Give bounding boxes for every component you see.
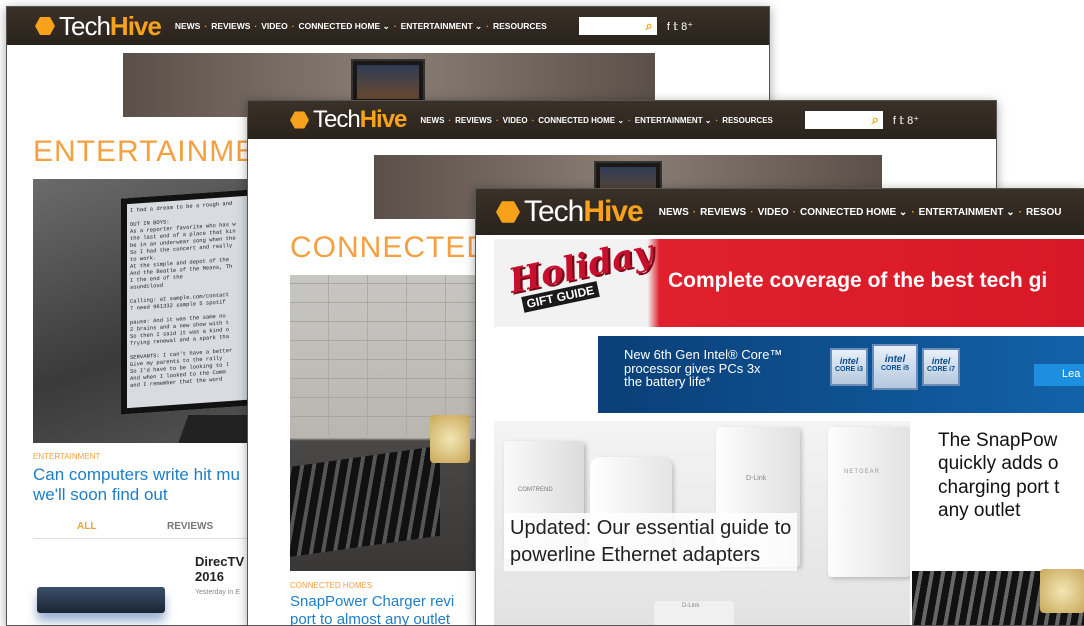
tab-all[interactable]: ALL: [77, 521, 96, 532]
holiday-gift-guide-banner[interactable]: Holiday GIFT GUIDE Complete coverage of …: [494, 239, 1084, 327]
nav-entertainment[interactable]: ENTERTAINMENT ⌄: [919, 207, 1015, 218]
site-header: Tech Hive NEWS · REVIEWS · VIDEO · CONNECTED…: [7, 7, 769, 45]
side-article-headline[interactable]: The SnapPow quickly adds o charging port…: [938, 429, 1059, 522]
side-article[interactable]: The SnapPow quickly adds o charging port…: [912, 421, 1084, 625]
nav-entertainment[interactable]: ENTERTAINMENT ⌄: [635, 116, 712, 125]
wall-tiles: [290, 275, 480, 435]
intel-core-i7-badge: intel CORE i7: [922, 348, 960, 386]
hive-logo-icon: [290, 111, 309, 129]
search-input[interactable]: ⌕: [578, 17, 657, 35]
nav-news[interactable]: NEWS: [175, 21, 201, 31]
search-icon[interactable]: ⌕: [872, 112, 879, 128]
adapter-netgear: NETGEAR: [828, 427, 910, 577]
nav-video[interactable]: VIDEO: [261, 21, 287, 31]
nav-entertainment[interactable]: ENTERTAINMENT ⌄: [401, 21, 483, 32]
promo-text: Complete coverage of the best tech gi: [668, 269, 1048, 292]
list-item-thumbnail[interactable]: [37, 587, 165, 613]
tab-bar: ALL REVIEWS: [33, 513, 263, 539]
intel-core-i5-badge: intel CORE i5: [872, 344, 918, 390]
nav-reviews[interactable]: REVIEWS: [700, 207, 746, 218]
nav-connected-home[interactable]: CONNECTED HOME ⌄: [800, 207, 907, 218]
hive-logo-icon: [496, 201, 520, 223]
social-icons[interactable]: f 𝕥 8⁺: [667, 20, 693, 33]
nav-news[interactable]: NEWS: [659, 207, 689, 218]
main-nav: NEWS · REVIEWS · VIDEO · CONNECTED HOME ⌄ · …: [174, 20, 547, 32]
techhive-logo[interactable]: Tech Hive: [35, 11, 162, 42]
nav-reviews[interactable]: REVIEWS: [455, 116, 492, 125]
tab-reviews[interactable]: REVIEWS: [167, 521, 213, 532]
main-nav: NEWS · REVIEWS · VIDEO · CONNECTED HOME ⌄ · …: [420, 115, 773, 125]
nav-connected-home[interactable]: CONNECTED HOME ⌄: [538, 116, 624, 125]
holiday-logo: Holiday GIFT GUIDE: [505, 239, 657, 313]
article-headline[interactable]: SnapPower Charger revi port to almost an…: [290, 593, 480, 625]
nav-reviews[interactable]: REVIEWS: [211, 21, 250, 31]
section-title: ENTERTAINMEN: [33, 135, 279, 168]
adapter-dlink-bottom: D-Link: [654, 601, 734, 625]
hero-kitchen-photo[interactable]: [290, 275, 480, 571]
glass-candle: [430, 415, 470, 463]
article-headline[interactable]: Can computers write hit mu we'll soon fi…: [33, 465, 263, 506]
powerline-adapters-photo[interactable]: COMTREND D-Link NETGEAR D-Link Updated: …: [494, 421, 910, 625]
stove-grates: [290, 445, 440, 559]
list-item-meta: Yesterday in E: [195, 589, 240, 596]
glass-candle: [1040, 569, 1084, 613]
main-nav: NEWS · REVIEWS · VIDEO · CONNECTED HOME ⌄ · …: [658, 206, 1062, 218]
nav-news[interactable]: NEWS: [420, 116, 444, 125]
intel-core-i3-badge: intel CORE i3: [830, 348, 868, 386]
nav-video[interactable]: VIDEO: [758, 207, 789, 218]
main-article-caption[interactable]: Updated: Our essential guide to powerlin…: [504, 513, 798, 571]
search-icon[interactable]: ⌕: [646, 18, 653, 34]
nav-resources[interactable]: RESOURCES: [722, 116, 773, 125]
nav-connected-home[interactable]: CONNECTED HOME ⌄: [299, 21, 390, 32]
browser-window-homepage: Tech Hive NEWS · REVIEWS · VIDEO · CONNECTED…: [475, 188, 1084, 626]
intel-badges: intel CORE i3 intel CORE i5 intel CORE i7: [830, 344, 960, 390]
hero-laptop-photo[interactable]: I had a dream to be a rough and OUT IN B…: [33, 179, 273, 443]
article-kicker[interactable]: CONNECTED HOMES: [290, 581, 372, 590]
nav-resources[interactable]: RESOURCES: [493, 21, 547, 31]
hive-logo-icon: [35, 17, 55, 35]
article-kicker[interactable]: ENTERTAINMENT: [33, 452, 100, 461]
site-header: Tech Hive NEWS · REVIEWS · VIDEO · CONNECTED…: [476, 189, 1084, 235]
techhive-logo[interactable]: Tech Hive: [496, 195, 644, 229]
techhive-logo[interactable]: Tech Hive: [290, 106, 407, 134]
nav-resources[interactable]: RESOU: [1026, 207, 1062, 218]
social-icons[interactable]: f 𝕥 8⁺: [893, 114, 919, 127]
intel-ad-text: New 6th Gen Intel® Core™ processor gives…: [624, 347, 783, 390]
learn-more-button[interactable]: Lea: [1034, 364, 1084, 386]
ad-laptop-image: [351, 59, 425, 105]
list-item-title[interactable]: DirecTV 2016: [195, 554, 244, 585]
nav-video[interactable]: VIDEO: [503, 116, 528, 125]
search-input[interactable]: ⌕: [804, 111, 883, 129]
intel-ad-banner[interactable]: New 6th Gen Intel® Core™ processor gives…: [598, 336, 1084, 413]
site-header: Tech Hive NEWS · REVIEWS · VIDEO · CONNECTED…: [248, 101, 996, 139]
